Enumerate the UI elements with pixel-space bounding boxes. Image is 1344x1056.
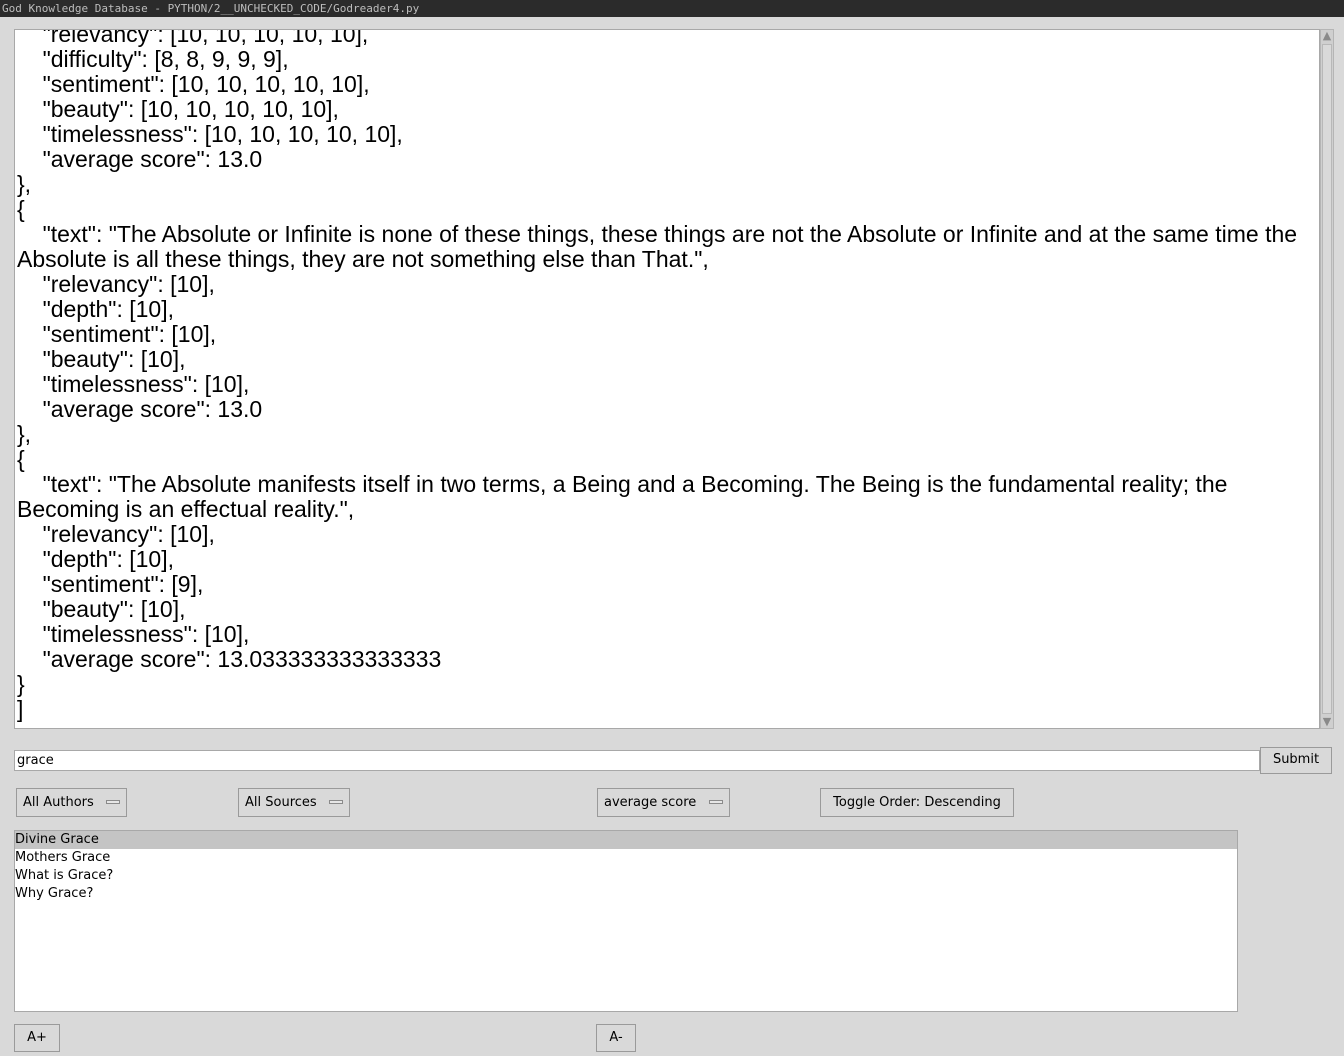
list-item[interactable]: Why Grace? bbox=[15, 885, 1237, 903]
list-item[interactable]: Mothers Grace bbox=[15, 849, 1237, 867]
submit-button[interactable]: Submit bbox=[1260, 747, 1332, 774]
dropdown-indicator-icon bbox=[709, 800, 723, 804]
dropdown-indicator-icon bbox=[106, 800, 120, 804]
sources-dropdown[interactable]: All Sources bbox=[238, 788, 350, 817]
json-text-content: "relevancy": [10, 10, 10, 10, 10], "diff… bbox=[17, 29, 1298, 722]
window-title-bar: God Knowledge Database - PYTHON/2__UNCHE… bbox=[0, 0, 1344, 17]
text-vertical-scrollbar[interactable]: ▲ ▼ bbox=[1320, 29, 1334, 729]
sort-field-dropdown[interactable]: average score bbox=[597, 788, 730, 817]
toggle-order-button[interactable]: Toggle Order: Descending bbox=[820, 788, 1014, 817]
search-input[interactable] bbox=[14, 750, 1260, 771]
json-text-display[interactable]: "relevancy": [10, 10, 10, 10, 10], "diff… bbox=[14, 29, 1320, 729]
scroll-down-arrow-icon[interactable]: ▼ bbox=[1322, 716, 1332, 727]
decrease-font-button[interactable]: A- bbox=[596, 1024, 636, 1052]
window-title: God Knowledge Database - PYTHON/2__UNCHE… bbox=[2, 2, 420, 15]
scrollbar-thumb[interactable] bbox=[1322, 44, 1332, 714]
increase-font-button[interactable]: A+ bbox=[14, 1024, 60, 1052]
list-item[interactable]: Divine Grace bbox=[15, 831, 1237, 849]
authors-dropdown-value: All Authors bbox=[23, 795, 94, 810]
authors-dropdown[interactable]: All Authors bbox=[16, 788, 127, 817]
dropdown-indicator-icon bbox=[329, 800, 343, 804]
results-listbox[interactable]: Divine Grace Mothers Grace What is Grace… bbox=[14, 830, 1238, 1012]
sort-field-dropdown-value: average score bbox=[604, 795, 697, 810]
scroll-up-arrow-icon[interactable]: ▲ bbox=[1322, 30, 1332, 41]
sources-dropdown-value: All Sources bbox=[245, 795, 317, 810]
list-item[interactable]: What is Grace? bbox=[15, 867, 1237, 885]
